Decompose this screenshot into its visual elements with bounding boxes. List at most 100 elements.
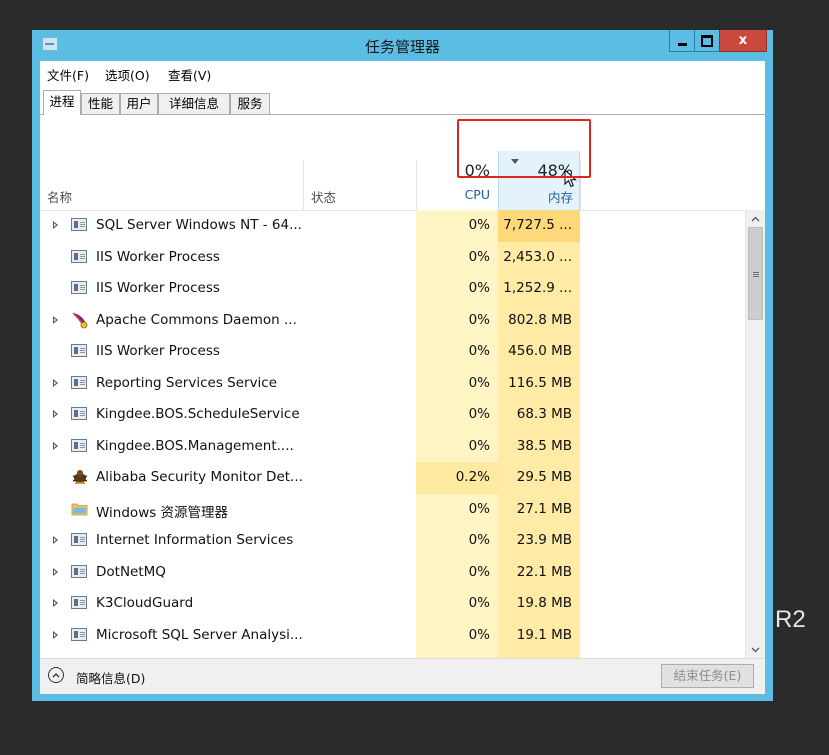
expand-arrow-icon[interactable] bbox=[53, 441, 58, 450]
process-memory: 27.1 MB bbox=[516, 500, 572, 517]
process-memory: 19.8 MB bbox=[516, 595, 572, 611]
column-header: 名称 状态 0% CPU 48% 内存 bbox=[40, 115, 765, 211]
process-cpu: 0% bbox=[468, 343, 490, 359]
process-name: K3CloudGuard bbox=[96, 595, 194, 611]
maximize-icon bbox=[701, 34, 713, 47]
process-name: Windows 资源管理器 bbox=[96, 504, 229, 521]
background-text: R2 bbox=[775, 606, 806, 633]
vertical-scrollbar[interactable] bbox=[745, 210, 765, 658]
process-name: Microsoft SQL Server Analysi... bbox=[96, 626, 303, 643]
end-task-button[interactable]: 结束任务(E) bbox=[661, 664, 754, 688]
process-cpu: 0% bbox=[468, 311, 490, 328]
table-row[interactable]: 桌面窗口管理器0%18.8 MB bbox=[40, 651, 745, 658]
menu-view[interactable]: 查看(V) bbox=[168, 65, 211, 84]
process-memory: 38.5 MB bbox=[516, 437, 572, 454]
process-cpu: 0% bbox=[468, 532, 490, 548]
process-name: Kingdee.BOS.Management.... bbox=[96, 437, 294, 454]
column-status[interactable]: 状态 bbox=[311, 187, 336, 206]
scroll-down-button[interactable] bbox=[746, 641, 765, 658]
table-row[interactable]: IIS Worker Process 0% 456.0 MB bbox=[40, 336, 745, 368]
chevron-up-icon bbox=[751, 216, 760, 221]
table-row[interactable]: Microsoft SQL Server Analysi... 0% 19.1 MB bbox=[40, 620, 745, 652]
memory-column-label: 内存 bbox=[547, 190, 573, 205]
app-window-icon bbox=[71, 533, 87, 546]
footer-bar: 简略信息(D) 结束任务(E) bbox=[40, 658, 765, 694]
process-cpu: 0% bbox=[468, 437, 490, 454]
process-cpu: 0.2% bbox=[455, 469, 490, 485]
process-list: SQL Server Windows NT - 64... 0% 7,727.5 .… bbox=[40, 210, 745, 658]
process-name: Alibaba Security Monitor Det... bbox=[96, 469, 303, 485]
minimize-button[interactable] bbox=[669, 30, 695, 52]
process-name: Internet Information Services bbox=[96, 532, 294, 548]
expand-arrow-icon[interactable] bbox=[53, 536, 58, 544]
maximize-button[interactable] bbox=[694, 30, 720, 52]
process-cpu: 0% bbox=[468, 626, 490, 643]
process-cpu: 0% bbox=[468, 280, 490, 296]
folder-icon bbox=[71, 503, 88, 515]
process-name: Kingdee.BOS.ScheduleService bbox=[96, 406, 300, 422]
close-button[interactable]: x bbox=[719, 30, 767, 52]
expand-arrow-icon[interactable] bbox=[53, 315, 58, 324]
process-memory: 7,727.5 ... bbox=[503, 217, 572, 233]
app-window-icon bbox=[71, 249, 87, 263]
expand-arrow-icon[interactable] bbox=[53, 221, 58, 229]
table-row[interactable]: Alibaba Security Monitor Det... 0.2% 29.5 … bbox=[40, 462, 745, 494]
task-manager-window: 任务管理器 x 文件(F) 选项(O) 查看(V) 进程 性能 用户 详细信息 … bbox=[32, 30, 773, 701]
expand-arrow-icon[interactable] bbox=[53, 378, 58, 387]
process-cpu: 0% bbox=[468, 217, 490, 233]
menu-options[interactable]: 选项(O) bbox=[105, 65, 150, 84]
process-name: IIS Worker Process bbox=[96, 280, 220, 296]
scroll-up-button[interactable] bbox=[746, 210, 765, 227]
tab-performance[interactable]: 性能 bbox=[81, 93, 120, 114]
tab-services[interactable]: 服务 bbox=[230, 93, 270, 114]
process-memory: 68.3 MB bbox=[516, 406, 572, 422]
process-cpu: 0% bbox=[468, 406, 490, 422]
table-row[interactable]: Windows 资源管理器 0% 27.1 MB bbox=[40, 494, 745, 526]
process-name: SQL Server Windows NT - 64... bbox=[96, 217, 302, 233]
table-row[interactable]: Reporting Services Service 0% 116.5 MB bbox=[40, 368, 745, 400]
table-row[interactable]: Kingdee.BOS.ScheduleService 0% 68.3 MB bbox=[40, 399, 745, 431]
tab-processes[interactable]: 进程 bbox=[43, 90, 81, 115]
process-name: DotNetMQ bbox=[96, 563, 166, 580]
process-cpu: 0% bbox=[468, 248, 490, 265]
chevron-down-icon bbox=[751, 647, 760, 652]
table-row[interactable]: IIS Worker Process 0% 1,252.9 ... bbox=[40, 273, 745, 305]
cpu-column-label: CPU bbox=[464, 187, 490, 202]
expand-arrow-icon[interactable] bbox=[53, 599, 58, 607]
title-bar[interactable]: 任务管理器 x bbox=[32, 30, 773, 61]
expand-arrow-icon[interactable] bbox=[53, 567, 58, 576]
process-memory: 22.1 MB bbox=[516, 563, 572, 580]
table-row[interactable]: Apache Commons Daemon ... 0% 802.8 MB bbox=[40, 305, 745, 337]
process-cpu: 0% bbox=[468, 563, 490, 580]
process-name: IIS Worker Process bbox=[96, 343, 220, 359]
process-cpu: 0% bbox=[468, 595, 490, 611]
scroll-thumb[interactable] bbox=[748, 227, 763, 320]
app-window-icon bbox=[71, 375, 87, 389]
table-row[interactable]: DotNetMQ 0% 22.1 MB bbox=[40, 557, 745, 589]
tab-users[interactable]: 用户 bbox=[120, 93, 158, 114]
app-window-icon bbox=[71, 438, 87, 452]
tab-details[interactable]: 详细信息 bbox=[158, 93, 230, 114]
app-window-icon bbox=[71, 281, 87, 294]
menu-bar: 文件(F) 选项(O) 查看(V) bbox=[40, 61, 765, 83]
table-row[interactable]: Internet Information Services 0% 23.9 MB bbox=[40, 525, 745, 557]
process-memory: 23.9 MB bbox=[516, 532, 572, 548]
table-row[interactable]: IIS Worker Process 0% 2,453.0 ... bbox=[40, 242, 745, 274]
column-name[interactable]: 名称 bbox=[47, 187, 72, 206]
app-window-icon bbox=[71, 218, 87, 231]
process-name: Reporting Services Service bbox=[96, 374, 278, 391]
expand-arrow-icon[interactable] bbox=[53, 410, 58, 418]
process-cpu: 0% bbox=[468, 374, 490, 391]
feather-icon bbox=[72, 312, 88, 328]
client-area: 文件(F) 选项(O) 查看(V) 进程 性能 用户 详细信息 服务 名称 状态… bbox=[40, 61, 765, 694]
table-row[interactable]: Kingdee.BOS.Management.... 0% 38.5 MB bbox=[40, 431, 745, 463]
menu-file[interactable]: 文件(F) bbox=[47, 65, 89, 84]
table-row[interactable]: SQL Server Windows NT - 64... 0% 7,727.5 .… bbox=[40, 210, 745, 242]
app-window-icon bbox=[71, 564, 87, 578]
process-name: Apache Commons Daemon ... bbox=[96, 311, 297, 328]
table-row[interactable]: K3CloudGuard 0% 19.8 MB bbox=[40, 588, 745, 620]
app-window-icon bbox=[71, 596, 87, 609]
expand-arrow-icon[interactable] bbox=[53, 630, 58, 639]
process-memory: 29.5 MB bbox=[516, 469, 572, 485]
process-memory: 2,453.0 ... bbox=[503, 248, 572, 265]
